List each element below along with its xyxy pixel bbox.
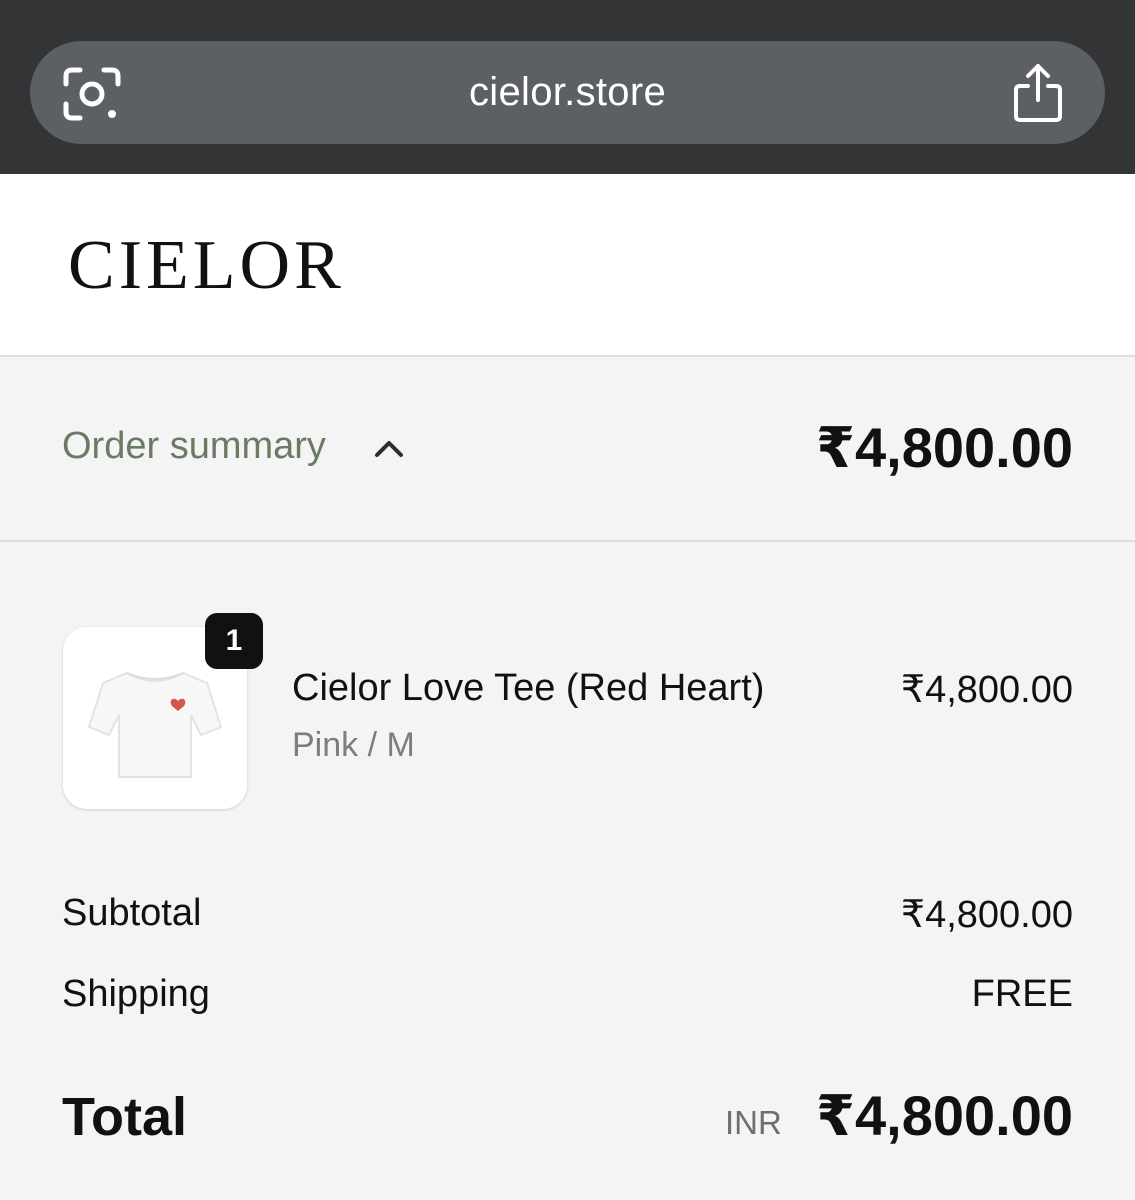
quantity-badge: 1 [205,613,263,669]
shipping-value: FREE [971,973,1073,1015]
shipping-label: Shipping [62,973,210,1015]
subtotal-value: ₹4,800.00 [900,894,1073,936]
address-bar[interactable]: cielor.store [30,41,1105,144]
url-text[interactable]: cielor.store [30,41,1105,144]
store-header: CIELOR [0,174,1135,357]
order-summary-label[interactable]: Order summary [62,425,326,468]
product-variant: Pink / M [292,726,415,764]
total-currency: INR [725,1104,782,1141]
product-price: ₹4,800.00 [900,669,1073,711]
total-label: Total [62,1087,187,1147]
share-icon[interactable] [1010,62,1066,124]
chevron-up-icon[interactable] [372,435,406,461]
store-logo[interactable]: CIELOR [68,226,345,306]
total-value: ₹4,800.00 [816,1084,1073,1147]
order-summary-total: ₹4,800.00 [816,416,1073,479]
browser-toolbar: cielor.store [0,0,1135,174]
product-name: Cielor Love Tee (Red Heart) [292,667,765,709]
order-summary-toggle[interactable]: Order summary ₹4,800.00 [0,357,1135,542]
subtotal-label: Subtotal [62,892,202,934]
camera-lens-icon[interactable] [62,66,122,122]
